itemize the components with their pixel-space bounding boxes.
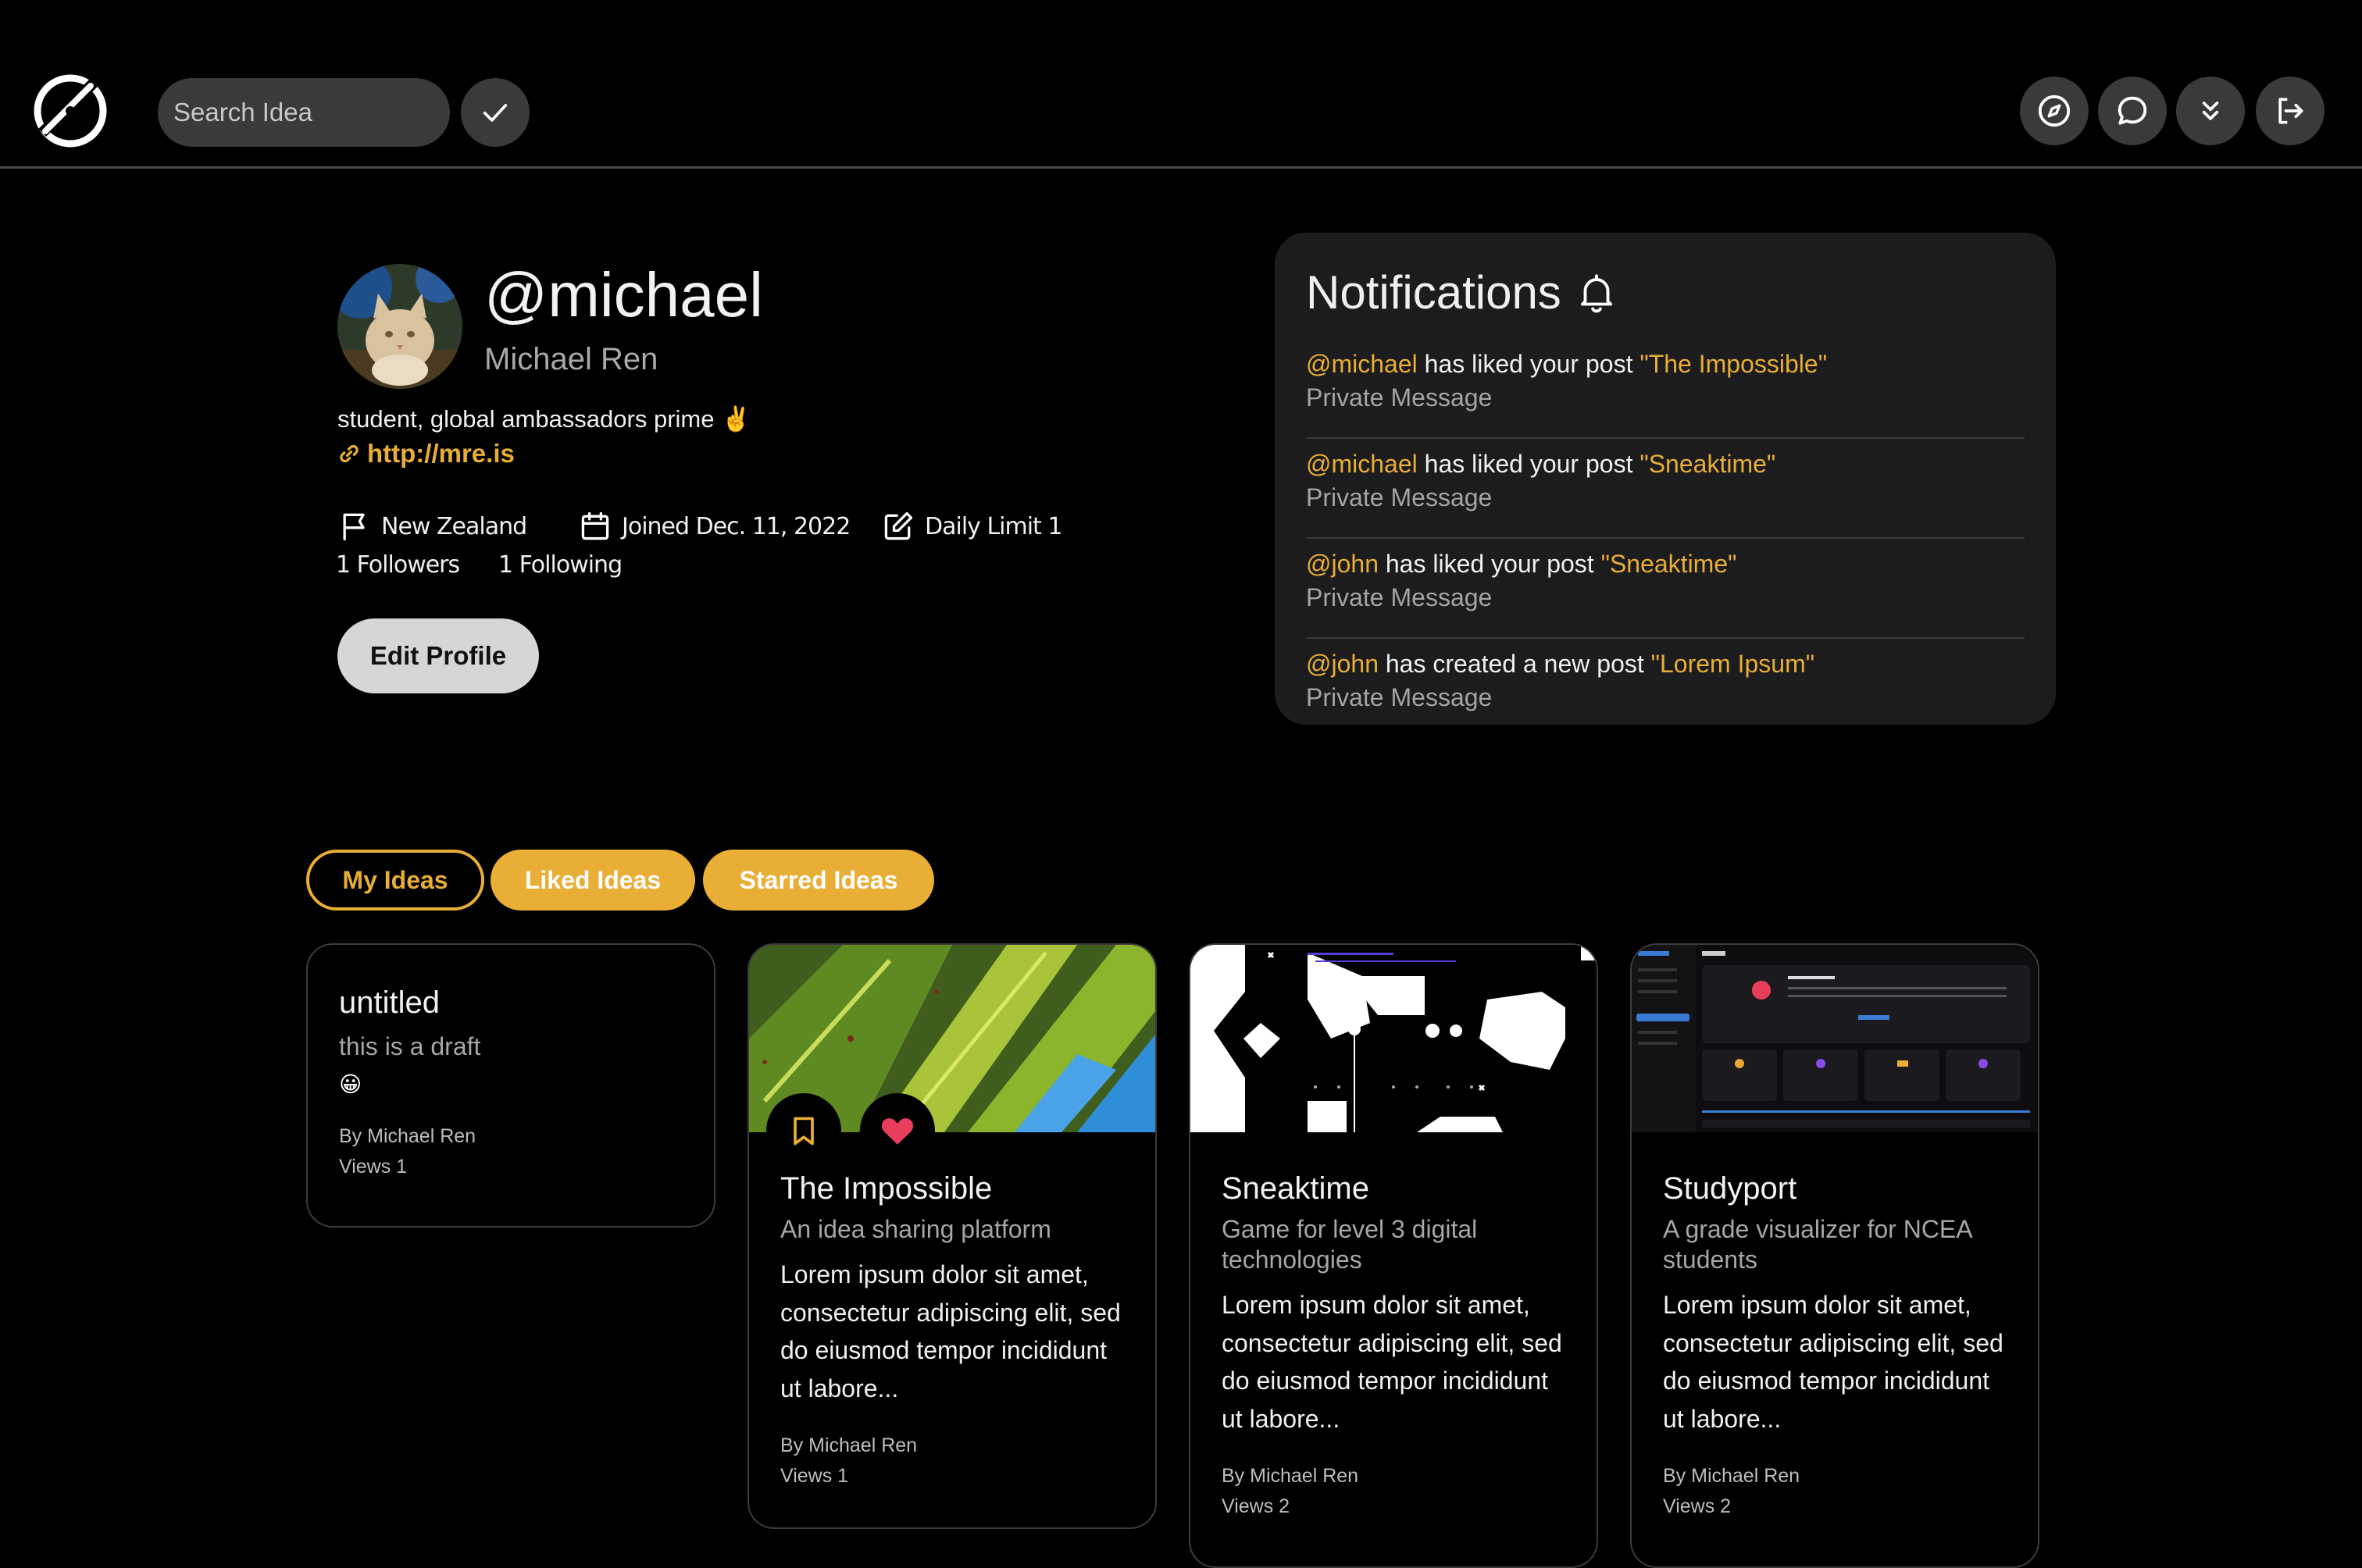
calendar-icon bbox=[581, 511, 609, 540]
followers-text[interactable]: 1 Followers bbox=[336, 551, 460, 579]
tab-starred-ideas[interactable]: Starred Ideas bbox=[703, 850, 934, 911]
notification-user[interactable]: @michael bbox=[1306, 450, 1418, 478]
idea-subtitle: Game for level 3 digital technologies bbox=[1222, 1215, 1478, 1274]
profile-bio: student, global ambassadors prime ✌️ bbox=[337, 405, 751, 433]
tab-liked-ideas[interactable]: Liked Ideas bbox=[491, 850, 695, 911]
join-date: Joined Dec. 11, 2022 bbox=[578, 509, 851, 543]
notification-post[interactable]: "Lorem Ipsum" bbox=[1651, 650, 1814, 678]
bookmark-button[interactable] bbox=[766, 1093, 841, 1168]
notification-item[interactable]: @john has created a new post "Lorem Ipsu… bbox=[1306, 639, 2025, 739]
idea-subtitle: A grade visualizer for NCEA students bbox=[1663, 1215, 1971, 1274]
following-count[interactable]: 1 Following bbox=[498, 551, 623, 579]
notification-post[interactable]: "Sneaktime" bbox=[1601, 550, 1737, 578]
notification-sub: Private Message bbox=[1306, 683, 1493, 711]
notification-action: has liked your post bbox=[1417, 350, 1640, 378]
heart-icon bbox=[881, 1118, 914, 1145]
check-icon bbox=[483, 104, 508, 122]
more-button[interactable] bbox=[2176, 77, 2245, 145]
notification-post[interactable]: "The Impossible" bbox=[1639, 350, 1827, 378]
following-text[interactable]: 1 Following bbox=[498, 551, 623, 579]
idea-author: By Michael Ren bbox=[1663, 1464, 1800, 1487]
search-field[interactable] bbox=[158, 78, 450, 147]
idea-views: Views 2 bbox=[1663, 1495, 1732, 1517]
search-input[interactable] bbox=[173, 98, 450, 127]
idea-author: By Michael Ren bbox=[339, 1125, 476, 1148]
idea-description: Lorem ipsum dolor sit amet, consectetur … bbox=[780, 1260, 1121, 1402]
flag-icon bbox=[343, 513, 365, 541]
idea-description: Lorem ipsum dolor sit amet, consectetur … bbox=[1222, 1291, 1562, 1433]
tab-my-ideas[interactable]: My Ideas bbox=[306, 850, 484, 911]
logout-button[interactable] bbox=[2256, 77, 2325, 145]
notification-item[interactable]: @michael has liked your post "The Imposs… bbox=[1306, 339, 2025, 439]
location: New Zealand bbox=[337, 509, 527, 543]
notification-text: @john has created a new post "Lorem Ipsu… bbox=[1306, 650, 2025, 679]
idea-description: Lorem ipsum dolor sit amet, consectetur … bbox=[1663, 1291, 2003, 1433]
compass-icon bbox=[2038, 94, 2071, 127]
notifications-panel: Notifications @michael has liked your po… bbox=[1275, 233, 2056, 725]
bookmark-icon bbox=[794, 1117, 814, 1146]
chevrons-down-icon bbox=[2202, 102, 2219, 120]
idea-title: Sneaktime bbox=[1222, 1171, 1369, 1206]
profile-link[interactable]: http://mre.is bbox=[337, 439, 515, 469]
idea-card[interactable]: The Impossible An idea sharing platform … bbox=[747, 943, 1157, 1529]
daily-limit-text: Daily Limit 1 bbox=[925, 512, 1062, 540]
notification-action: has created a new post bbox=[1378, 650, 1651, 678]
notification-user[interactable]: @john bbox=[1306, 550, 1379, 578]
idea-title: Studyport bbox=[1663, 1171, 1797, 1206]
notification-user[interactable]: @john bbox=[1306, 650, 1379, 678]
idea-subtitle: An idea sharing platform bbox=[780, 1215, 1051, 1243]
notification-sub: Private Message bbox=[1306, 483, 1493, 511]
explore-button[interactable] bbox=[2020, 77, 2089, 145]
notification-sub: Private Message bbox=[1306, 583, 1493, 611]
edit-icon bbox=[884, 511, 913, 540]
idea-card[interactable]: untitled this is a draft 😀 By Michael Re… bbox=[306, 943, 715, 1228]
idea-views: Views 1 bbox=[339, 1156, 408, 1178]
followers-count[interactable]: 1 Followers bbox=[336, 551, 460, 579]
idea-subtitle: this is a draft bbox=[339, 1032, 481, 1060]
location-text: New Zealand bbox=[381, 512, 527, 540]
edit-profile-button[interactable]: Edit Profile bbox=[337, 618, 539, 693]
notification-sub: Private Message bbox=[1306, 383, 1493, 412]
idea-image bbox=[1632, 945, 2038, 1132]
search-submit-button[interactable] bbox=[461, 78, 530, 147]
join-date-text: Joined Dec. 11, 2022 bbox=[622, 512, 851, 540]
idea-image bbox=[1190, 945, 1597, 1132]
idea-emoji: 😀 bbox=[339, 1072, 362, 1097]
idea-author: By Michael Ren bbox=[1222, 1464, 1359, 1487]
profile-name: Michael Ren bbox=[484, 342, 658, 376]
idea-views: Views 2 bbox=[1222, 1495, 1290, 1517]
notification-text: @michael has liked your post "Sneaktime" bbox=[1306, 450, 2025, 479]
chat-icon bbox=[2118, 96, 2147, 125]
idea-card[interactable]: Studyport A grade visualizer for NCEA st… bbox=[1630, 943, 2039, 1568]
like-button[interactable] bbox=[860, 1093, 935, 1168]
avatar bbox=[337, 264, 462, 389]
notification-user[interactable]: @michael bbox=[1306, 350, 1418, 378]
app-logo-icon[interactable] bbox=[28, 69, 112, 153]
idea-title: untitled bbox=[339, 985, 440, 1020]
top-navbar bbox=[0, 0, 2362, 169]
link-icon bbox=[340, 444, 359, 463]
idea-card[interactable]: Sneaktime Game for level 3 digital techn… bbox=[1189, 943, 1598, 1568]
notification-text: @michael has liked your post "The Imposs… bbox=[1306, 350, 2025, 379]
bell-icon bbox=[1580, 273, 1612, 312]
notification-text: @john has liked your post "Sneaktime" bbox=[1306, 550, 2025, 579]
notifications-title-text: Notifications bbox=[1306, 266, 1561, 319]
notifications-title: Notifications bbox=[1306, 265, 1619, 319]
profile-link-text[interactable]: http://mre.is bbox=[367, 439, 515, 469]
daily-limit: Daily Limit 1 bbox=[881, 509, 1062, 543]
idea-author: By Michael Ren bbox=[780, 1434, 918, 1456]
notification-post[interactable]: "Sneaktime" bbox=[1639, 450, 1775, 478]
notification-item[interactable]: @michael has liked your post "Sneaktime"… bbox=[1306, 439, 2025, 539]
messages-button[interactable] bbox=[2098, 77, 2167, 145]
notification-action: has liked your post bbox=[1378, 550, 1601, 578]
idea-views: Views 1 bbox=[780, 1464, 849, 1487]
profile-handle: @michael bbox=[484, 260, 763, 330]
logout-icon bbox=[2278, 98, 2303, 124]
notification-action: has liked your post bbox=[1417, 450, 1640, 478]
notification-item[interactable]: @john has liked your post "Sneaktime" Pr… bbox=[1306, 539, 2025, 639]
idea-title: The Impossible bbox=[780, 1171, 993, 1206]
